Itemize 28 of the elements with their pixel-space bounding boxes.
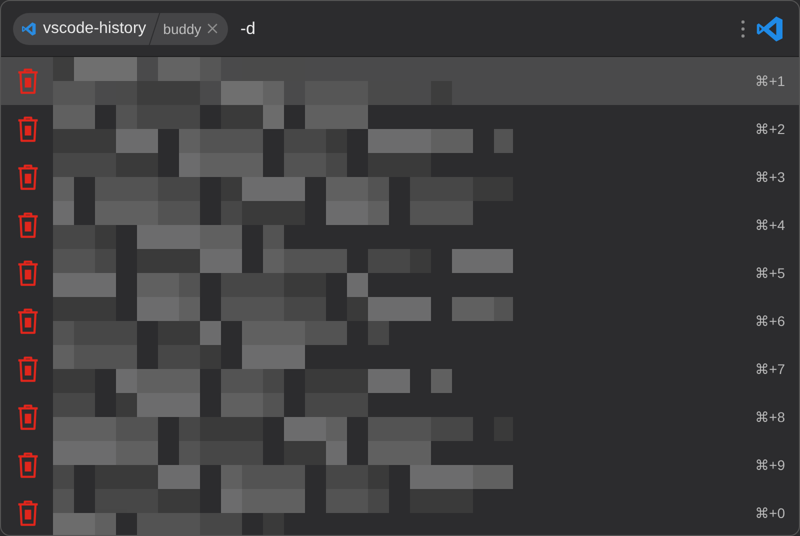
filter-tag: buddy (163, 20, 202, 36)
shortcut-label: ⌘+0 (755, 505, 785, 521)
breadcrumb-root: vscode-history (43, 20, 146, 38)
history-row[interactable]: ⌘+8 (1, 393, 799, 441)
shortcut-label: ⌘+6 (755, 313, 785, 329)
shortcut-label: ⌘+4 (755, 217, 785, 233)
history-row[interactable]: ⌘+5 (1, 249, 799, 297)
history-row[interactable]: ⌘+7 (1, 345, 799, 393)
history-row[interactable]: ⌘+4 (1, 201, 799, 249)
history-row[interactable]: ⌘+1 (1, 57, 799, 105)
shortcut-label: ⌘+1 (755, 73, 785, 89)
history-row[interactable]: ⌘+6 (1, 297, 799, 345)
more-icon[interactable] (741, 20, 745, 38)
history-row[interactable]: ⌘+2 (1, 105, 799, 153)
history-row[interactable]: ⌘+3 (1, 153, 799, 201)
close-icon[interactable] (207, 23, 218, 34)
shortcut-label: ⌘+5 (755, 265, 785, 281)
history-row[interactable]: ⌘+0 (1, 489, 799, 535)
search-field[interactable]: -d (238, 18, 302, 40)
history-row[interactable]: ⌘+9 (1, 441, 799, 489)
shortcut-label: ⌘+2 (755, 121, 785, 137)
breadcrumb-pill[interactable]: vscode-history buddy (13, 12, 228, 44)
shortcut-label: ⌘+9 (755, 457, 785, 473)
code-editor-icon (21, 20, 37, 36)
shortcut-label: ⌘+3 (755, 169, 785, 185)
app-logo-icon (755, 14, 785, 44)
shortcut-label: ⌘+7 (755, 361, 785, 377)
shortcut-label: ⌘+8 (755, 409, 785, 425)
